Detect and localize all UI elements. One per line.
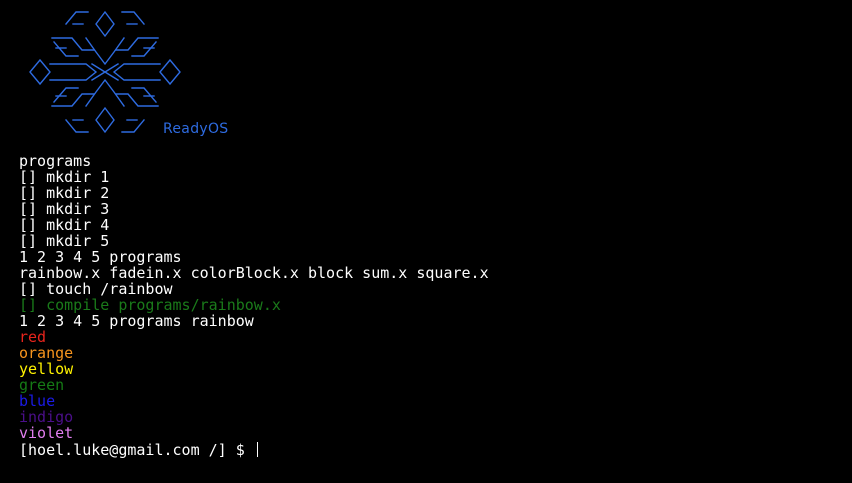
output-line: red <box>19 328 47 346</box>
terminal-screen: ReadyOS programs [] mkdir 1 [] mkdir 2 [… <box>0 0 852 483</box>
output-line: [] mkdir 3 <box>19 200 110 218</box>
output-line: blue <box>19 392 56 410</box>
output-line: 1 2 3 4 5 programs <box>19 248 182 266</box>
output-line: [] touch /rainbow <box>19 280 173 298</box>
shell-prompt: [hoel.luke@gmail.com /] $ <box>19 441 245 459</box>
output-line: [] mkdir 5 <box>19 232 110 250</box>
output-line: violet <box>19 424 74 442</box>
terminal-output[interactable]: programs [] mkdir 1 [] mkdir 2 [] mkdir … <box>19 153 842 459</box>
output-line: [] compile programs/rainbow.x <box>19 296 281 314</box>
output-line: orange <box>19 344 74 362</box>
brand-name: ReadyOS <box>163 121 229 137</box>
output-line: 1 2 3 4 5 programs rainbow <box>19 312 254 330</box>
output-line: [] mkdir 4 <box>19 216 110 234</box>
output-line: rainbow.x fadein.x colorBlock.x block su… <box>19 264 489 282</box>
command-prompt-line[interactable]: [hoel.luke@gmail.com /] $ <box>19 442 842 459</box>
output-line: [] mkdir 1 <box>19 168 110 186</box>
snowflake-logo-icon <box>29 10 181 134</box>
output-line: [] mkdir 2 <box>19 184 110 202</box>
output-line: programs <box>19 152 92 170</box>
output-line: yellow <box>19 360 74 378</box>
output-line: green <box>19 376 65 394</box>
output-line: indigo <box>19 408 74 426</box>
text-cursor <box>256 442 258 457</box>
